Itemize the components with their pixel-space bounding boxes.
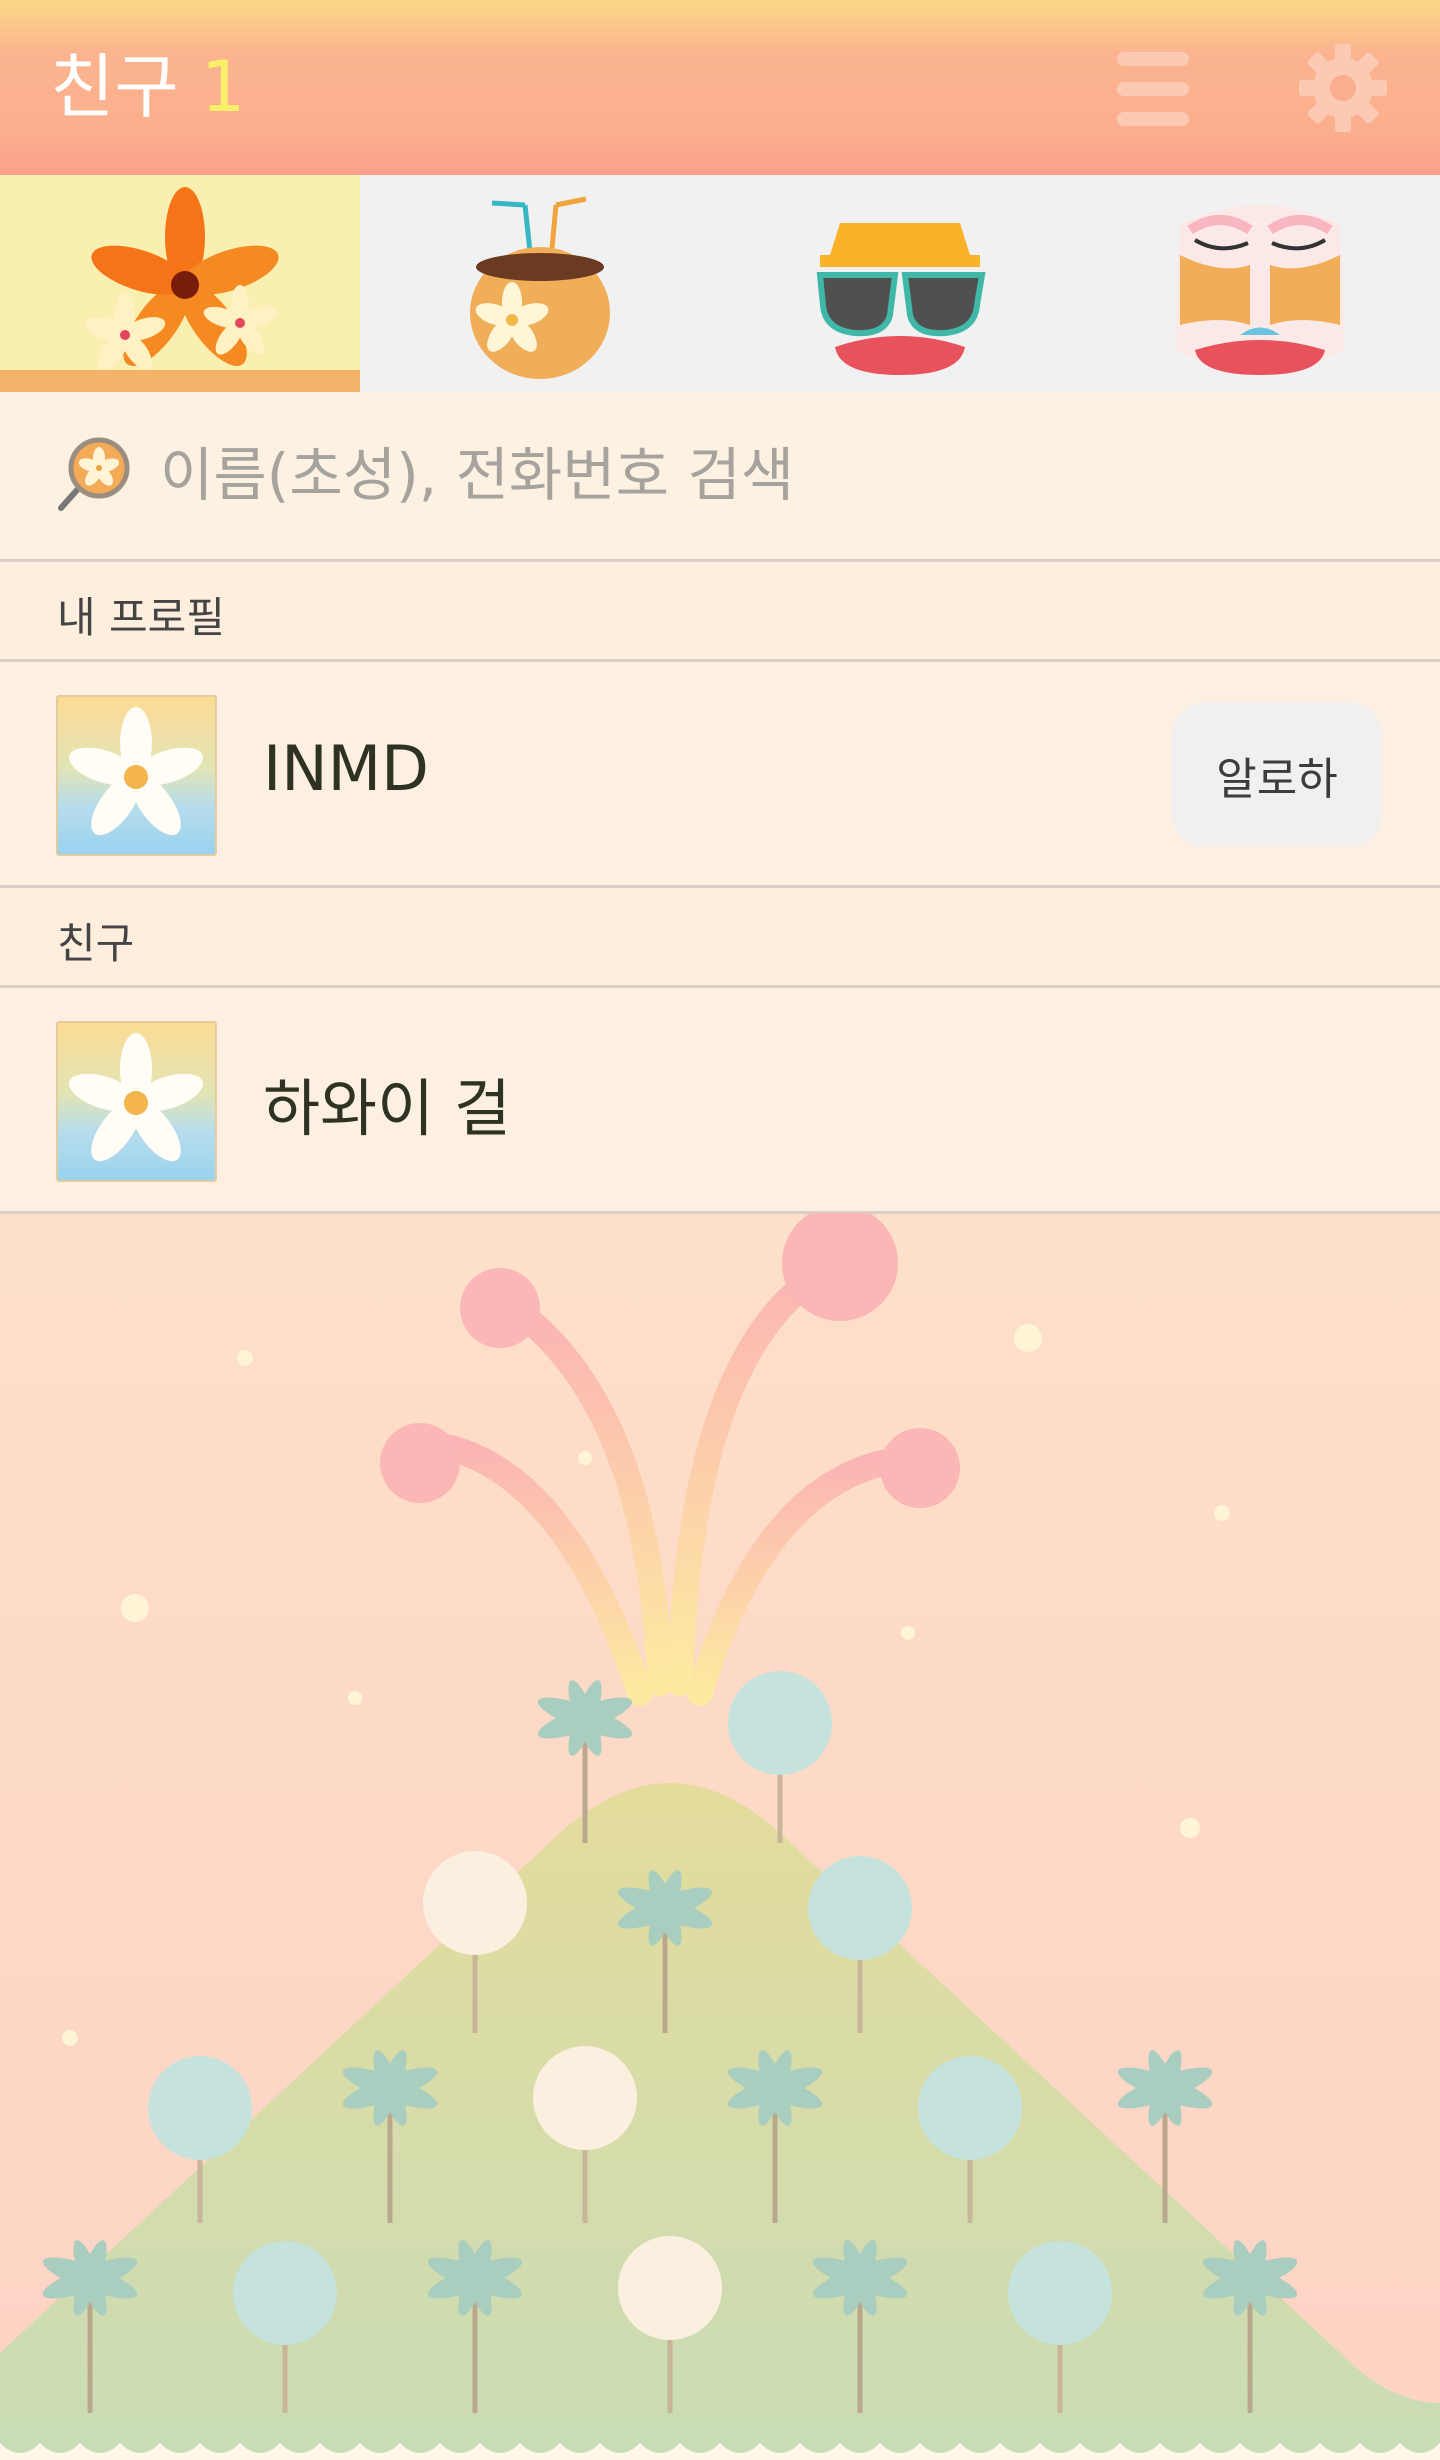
app-header: 친구 1 xyxy=(0,0,1440,175)
volcano-background-illustration xyxy=(0,1213,1440,2460)
gear-icon[interactable] xyxy=(1295,40,1395,140)
tropical-flower-icon xyxy=(84,187,279,370)
coconut-drink-icon xyxy=(470,196,610,379)
search-bar xyxy=(0,392,1440,562)
friend-name: 하와이 걸 xyxy=(263,1072,511,1145)
sunglasses-face-icon xyxy=(816,223,986,375)
page-title-text: 친구 xyxy=(50,46,179,128)
profile-name: INMD xyxy=(263,732,429,805)
plumeria-flower-icon xyxy=(69,1033,203,1162)
section-header-friends: 친구 xyxy=(0,888,1440,988)
sleeping-face-icon xyxy=(1175,205,1345,375)
section-header-my-profile: 내 프로필 xyxy=(0,562,1440,662)
tab-sleeping-face[interactable] xyxy=(1080,175,1440,392)
aloha-button[interactable]: 알로하 xyxy=(1172,702,1382,847)
my-profile-row[interactable]: INMD 알로하 xyxy=(0,662,1440,888)
page-title: 친구 1 xyxy=(50,42,245,132)
tab-coconut-drink[interactable] xyxy=(360,175,720,392)
section-label: 친구 xyxy=(57,919,135,968)
avatar xyxy=(56,695,217,856)
hamburger-menu-icon[interactable] xyxy=(1105,40,1205,140)
tab-tropical-flower[interactable] xyxy=(0,175,360,392)
plumeria-flower-icon xyxy=(69,707,203,836)
search-input[interactable] xyxy=(160,440,1360,510)
tab-sunglasses-face[interactable] xyxy=(720,175,1080,392)
friend-row[interactable]: 하와이 걸 xyxy=(0,988,1440,1214)
section-label: 내 프로필 xyxy=(57,593,225,642)
flower-search-icon xyxy=(58,437,130,511)
emoticon-tab-bar xyxy=(0,175,1440,394)
friend-count: 1 xyxy=(200,46,246,128)
avatar xyxy=(56,1021,217,1182)
